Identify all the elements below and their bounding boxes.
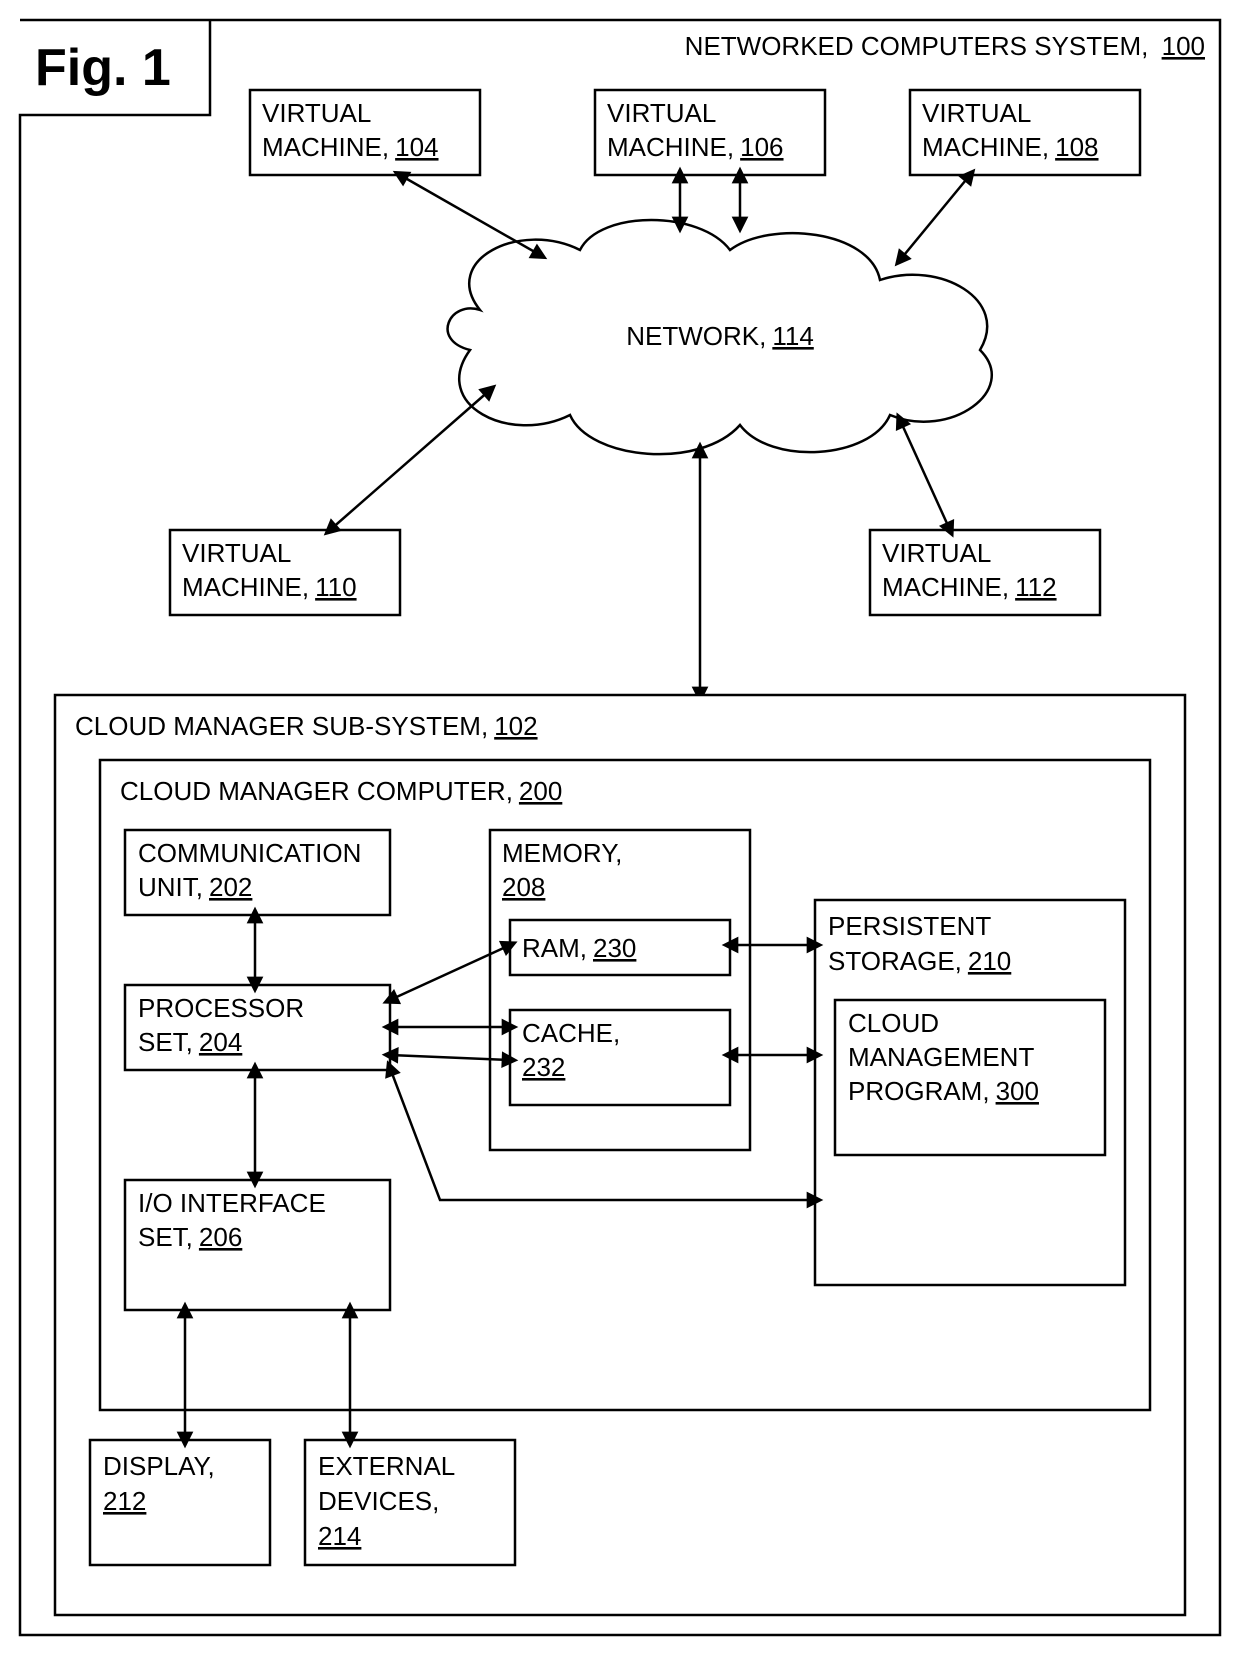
svg-text:COMMUNICATION: COMMUNICATION — [138, 838, 361, 868]
svg-text:232: 232 — [522, 1052, 565, 1082]
svg-text:VIRTUAL: VIRTUAL — [882, 538, 991, 568]
svg-text:PERSISTENT: PERSISTENT — [828, 911, 991, 941]
svg-text:VIRTUAL: VIRTUAL — [922, 98, 1031, 128]
vm-104: VIRTUAL MACHINE,104 — [250, 90, 480, 175]
svg-text:MANAGEMENT: MANAGEMENT — [848, 1042, 1034, 1072]
svg-text:CLOUD MANAGER SUB-SYSTEM,102: CLOUD MANAGER SUB-SYSTEM,102 — [75, 711, 538, 741]
vm-112: VIRTUAL MACHINE,112 — [870, 530, 1100, 615]
figure-label: Fig. 1 — [35, 39, 171, 97]
cloud-manager-subsystem: CLOUD MANAGER SUB-SYSTEM,102 CLOUD MANAG… — [55, 695, 1185, 1615]
network-cloud: NETWORK,114 — [448, 220, 992, 454]
svg-text:PROCESSOR: PROCESSOR — [138, 993, 304, 1023]
svg-text:MACHINE,110: MACHINE,110 — [182, 572, 357, 602]
svg-text:STORAGE,210: STORAGE,210 — [828, 946, 1011, 976]
svg-text:MACHINE,108: MACHINE,108 — [922, 132, 1099, 162]
vm-110: VIRTUAL MACHINE,110 — [170, 530, 400, 615]
svg-text:212: 212 — [103, 1486, 146, 1516]
network-label: NETWORK,114 — [626, 321, 814, 351]
arrow-vm108-net — [900, 175, 970, 260]
svg-text:UNIT,202: UNIT,202 — [138, 872, 252, 902]
svg-text:MACHINE,104: MACHINE,104 — [262, 132, 439, 162]
svg-text:MEMORY,: MEMORY, — [502, 838, 622, 868]
svg-text:I/O INTERFACE: I/O INTERFACE — [138, 1188, 326, 1218]
svg-text:PROGRAM,300: PROGRAM,300 — [848, 1076, 1039, 1106]
diagram-canvas: Fig. 1 NETWORKED COMPUTERS SYSTEM, 100 V… — [0, 0, 1240, 1655]
svg-text:208: 208 — [502, 872, 545, 902]
svg-text:214: 214 — [318, 1521, 361, 1551]
svg-text:DEVICES,: DEVICES, — [318, 1486, 439, 1516]
svg-text:SET,204: SET,204 — [138, 1027, 242, 1057]
vm-106: VIRTUAL MACHINE,106 — [595, 90, 825, 175]
svg-text:CACHE,: CACHE, — [522, 1018, 620, 1048]
svg-text:MACHINE,106: MACHINE,106 — [607, 132, 784, 162]
arrow-vm104-net — [400, 175, 540, 255]
svg-text:RAM,230: RAM,230 — [522, 933, 636, 963]
svg-text:EXTERNAL: EXTERNAL — [318, 1451, 455, 1481]
svg-text:MACHINE,112: MACHINE,112 — [882, 572, 1057, 602]
vm-108: VIRTUAL MACHINE,108 — [910, 90, 1140, 175]
svg-text:DISPLAY,: DISPLAY, — [103, 1451, 215, 1481]
system-title: NETWORKED COMPUTERS SYSTEM, 100 — [685, 31, 1205, 61]
svg-text:VIRTUAL: VIRTUAL — [607, 98, 716, 128]
arrow-vm110-net — [330, 390, 490, 530]
svg-text:CLOUD MANAGER COMPUTER,200: CLOUD MANAGER COMPUTER,200 — [120, 776, 562, 806]
svg-text:VIRTUAL: VIRTUAL — [182, 538, 291, 568]
arrow-vm112-net — [900, 420, 950, 530]
svg-text:SET,206: SET,206 — [138, 1222, 242, 1252]
svg-text:CLOUD: CLOUD — [848, 1008, 939, 1038]
svg-text:VIRTUAL: VIRTUAL — [262, 98, 371, 128]
